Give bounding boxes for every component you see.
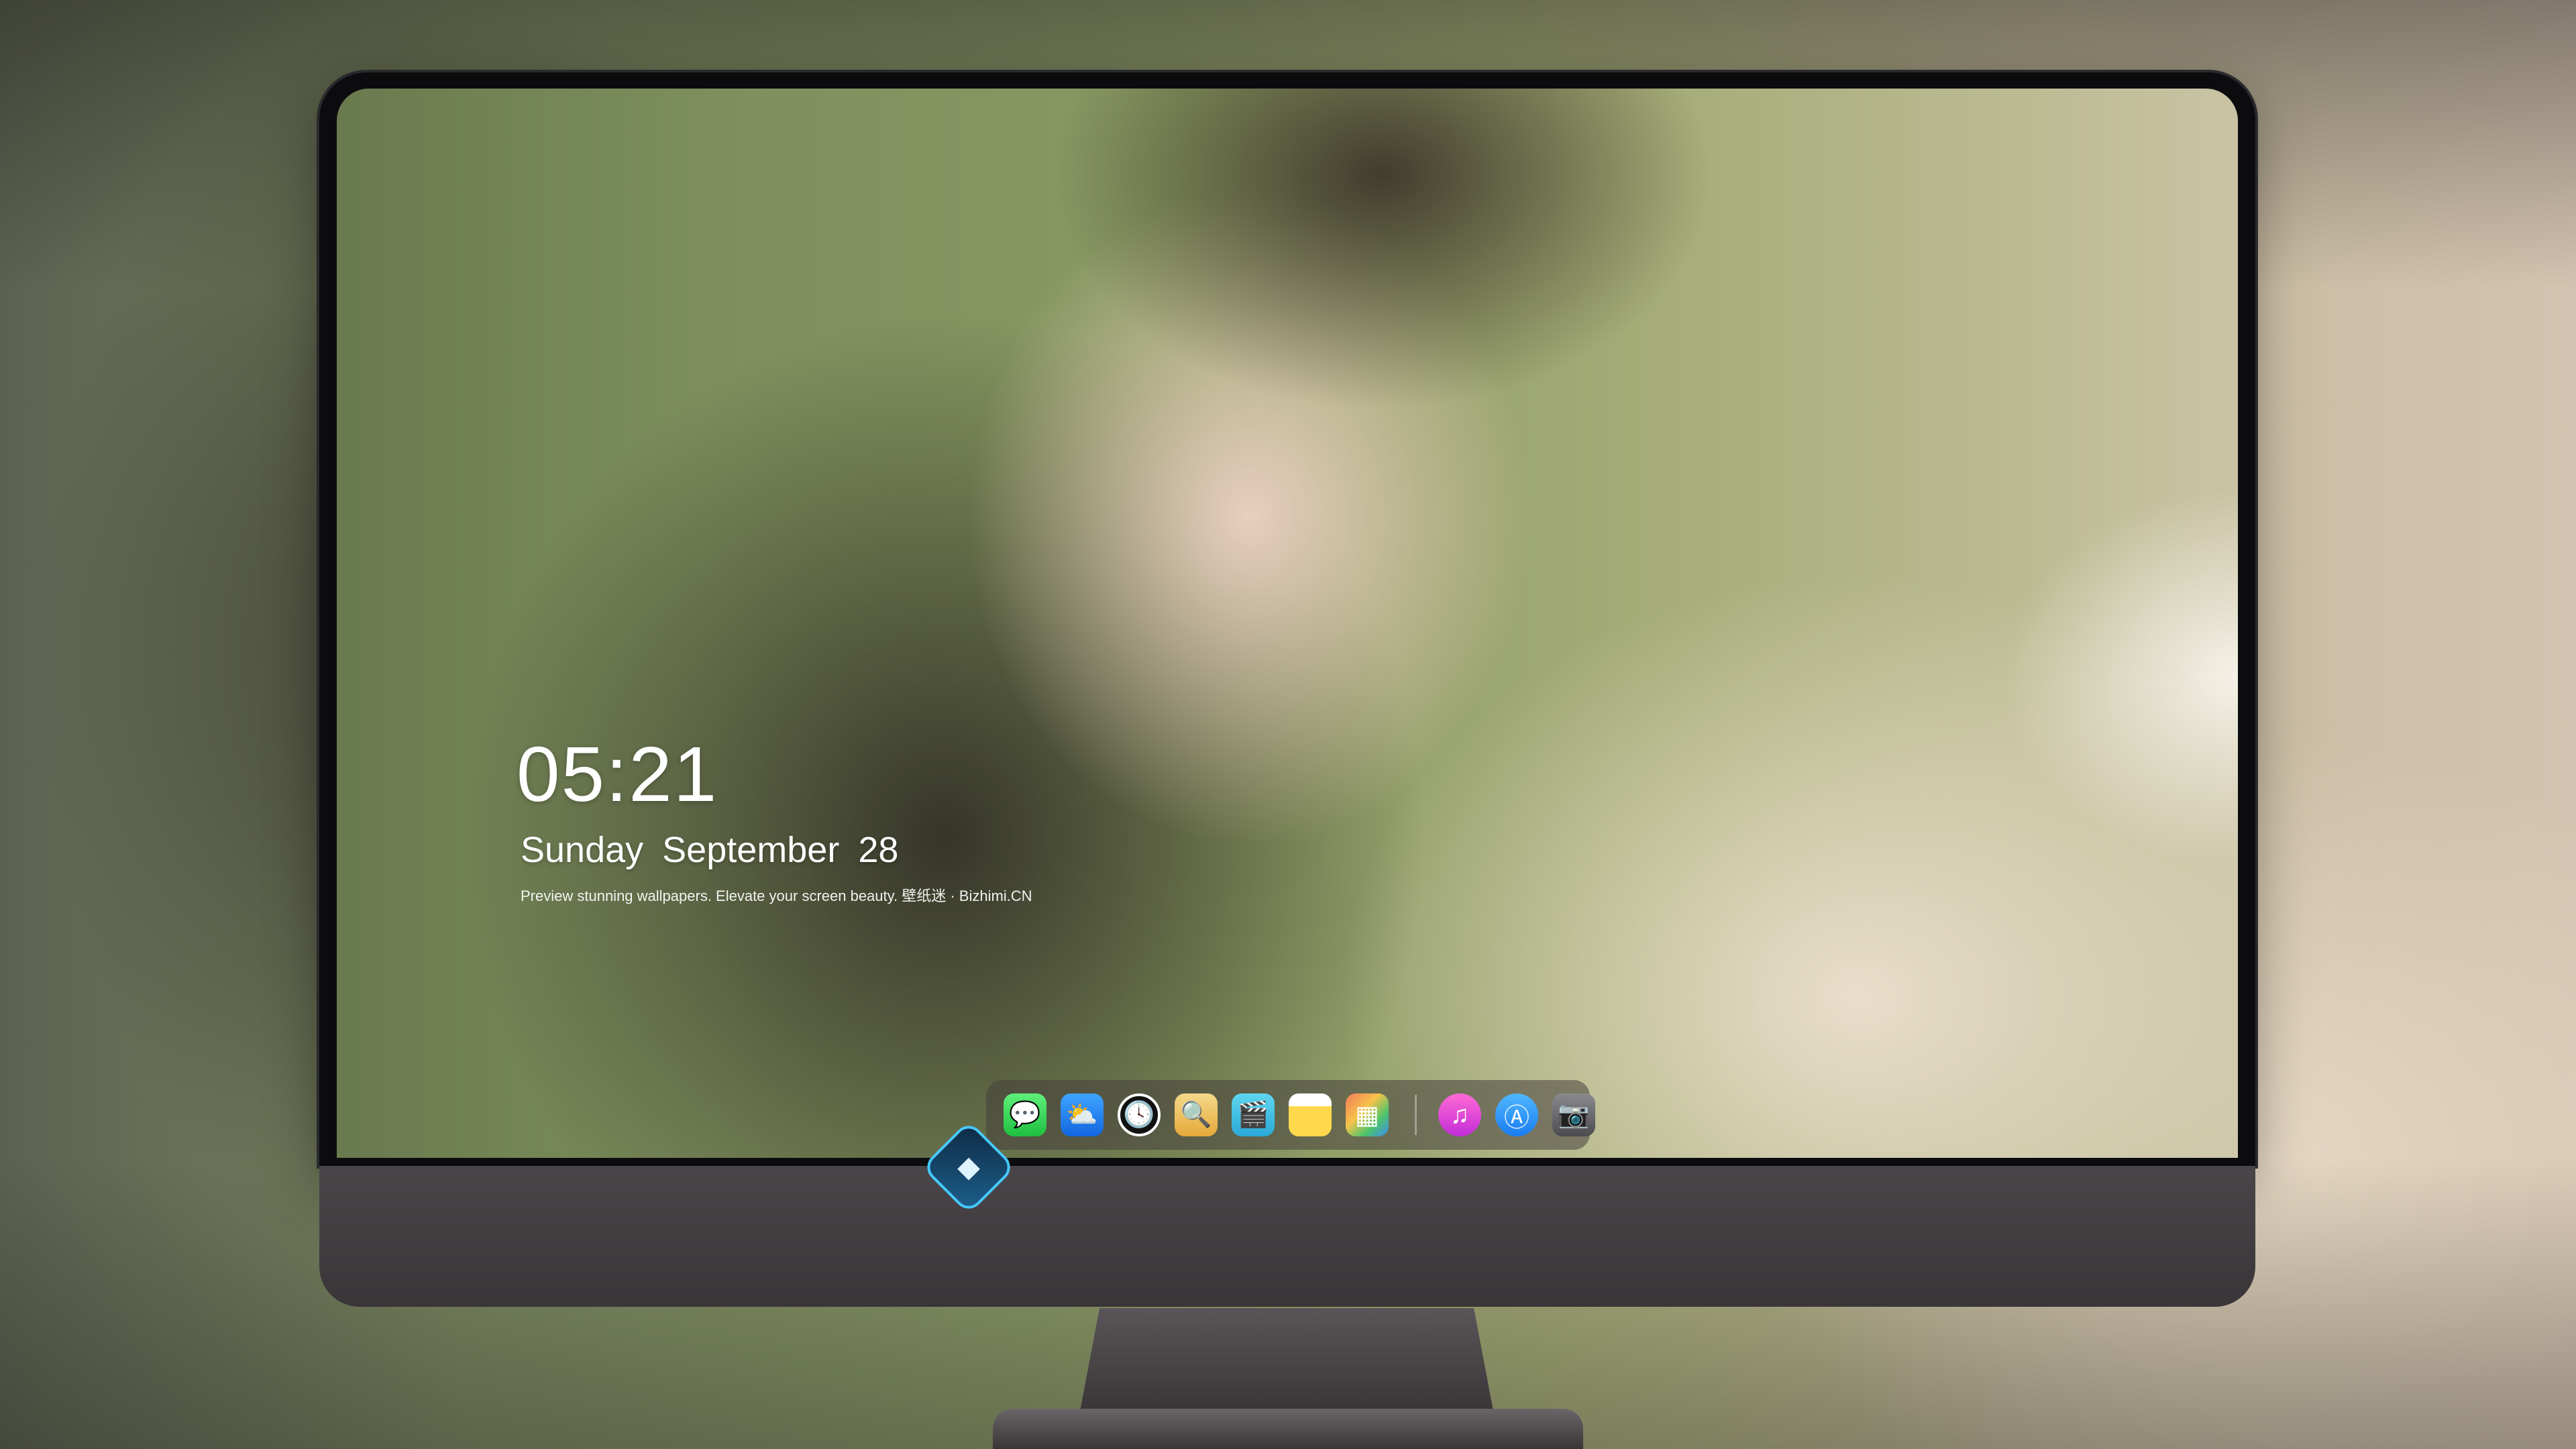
lock-clock: 05:21 [517, 731, 718, 818]
monitor-chin [319, 1166, 2255, 1307]
weekday: Sunday [521, 830, 644, 870]
month: September [662, 830, 840, 870]
notes-icon[interactable] [1289, 1093, 1332, 1136]
monitor-stand-base [993, 1409, 1583, 1449]
monitor-bezel: 05:21 Sunday September 28 Preview stunning… [319, 72, 2255, 1166]
preview-icon[interactable]: 🔍 [1175, 1093, 1218, 1136]
photos-icon[interactable]: ▦ [1346, 1093, 1389, 1136]
weather-icon[interactable]: ⛅ [1061, 1093, 1104, 1136]
camera-icon[interactable]: 📷 [1552, 1093, 1595, 1136]
wallpaper-photo [337, 89, 2238, 1158]
imac-monitor-mockup: 05:21 Sunday September 28 Preview stunning… [319, 72, 2255, 1307]
wallpaper-tagline: Preview stunning wallpapers. Elevate you… [521, 888, 1032, 904]
dock: 💬 ⛅ 🕓 🔍 🎬 ▦ ♫ Ⓐ 📷 [986, 1080, 1595, 1150]
brand-logo-mascot-icon: ◆ [957, 1150, 980, 1183]
lock-screen[interactable]: 05:21 Sunday September 28 Preview stunning… [337, 89, 2238, 1158]
messages-icon[interactable]: 💬 [1004, 1093, 1046, 1136]
app-store-icon[interactable]: Ⓐ [1495, 1093, 1538, 1136]
day: 28 [858, 830, 899, 870]
lock-date: Sunday September 28 [521, 829, 917, 871]
clock-icon[interactable]: 🕓 [1118, 1093, 1161, 1136]
clips-icon[interactable]: 🎬 [1232, 1093, 1275, 1136]
dock-separator [1415, 1095, 1417, 1135]
music-icon[interactable]: ♫ [1438, 1093, 1481, 1136]
